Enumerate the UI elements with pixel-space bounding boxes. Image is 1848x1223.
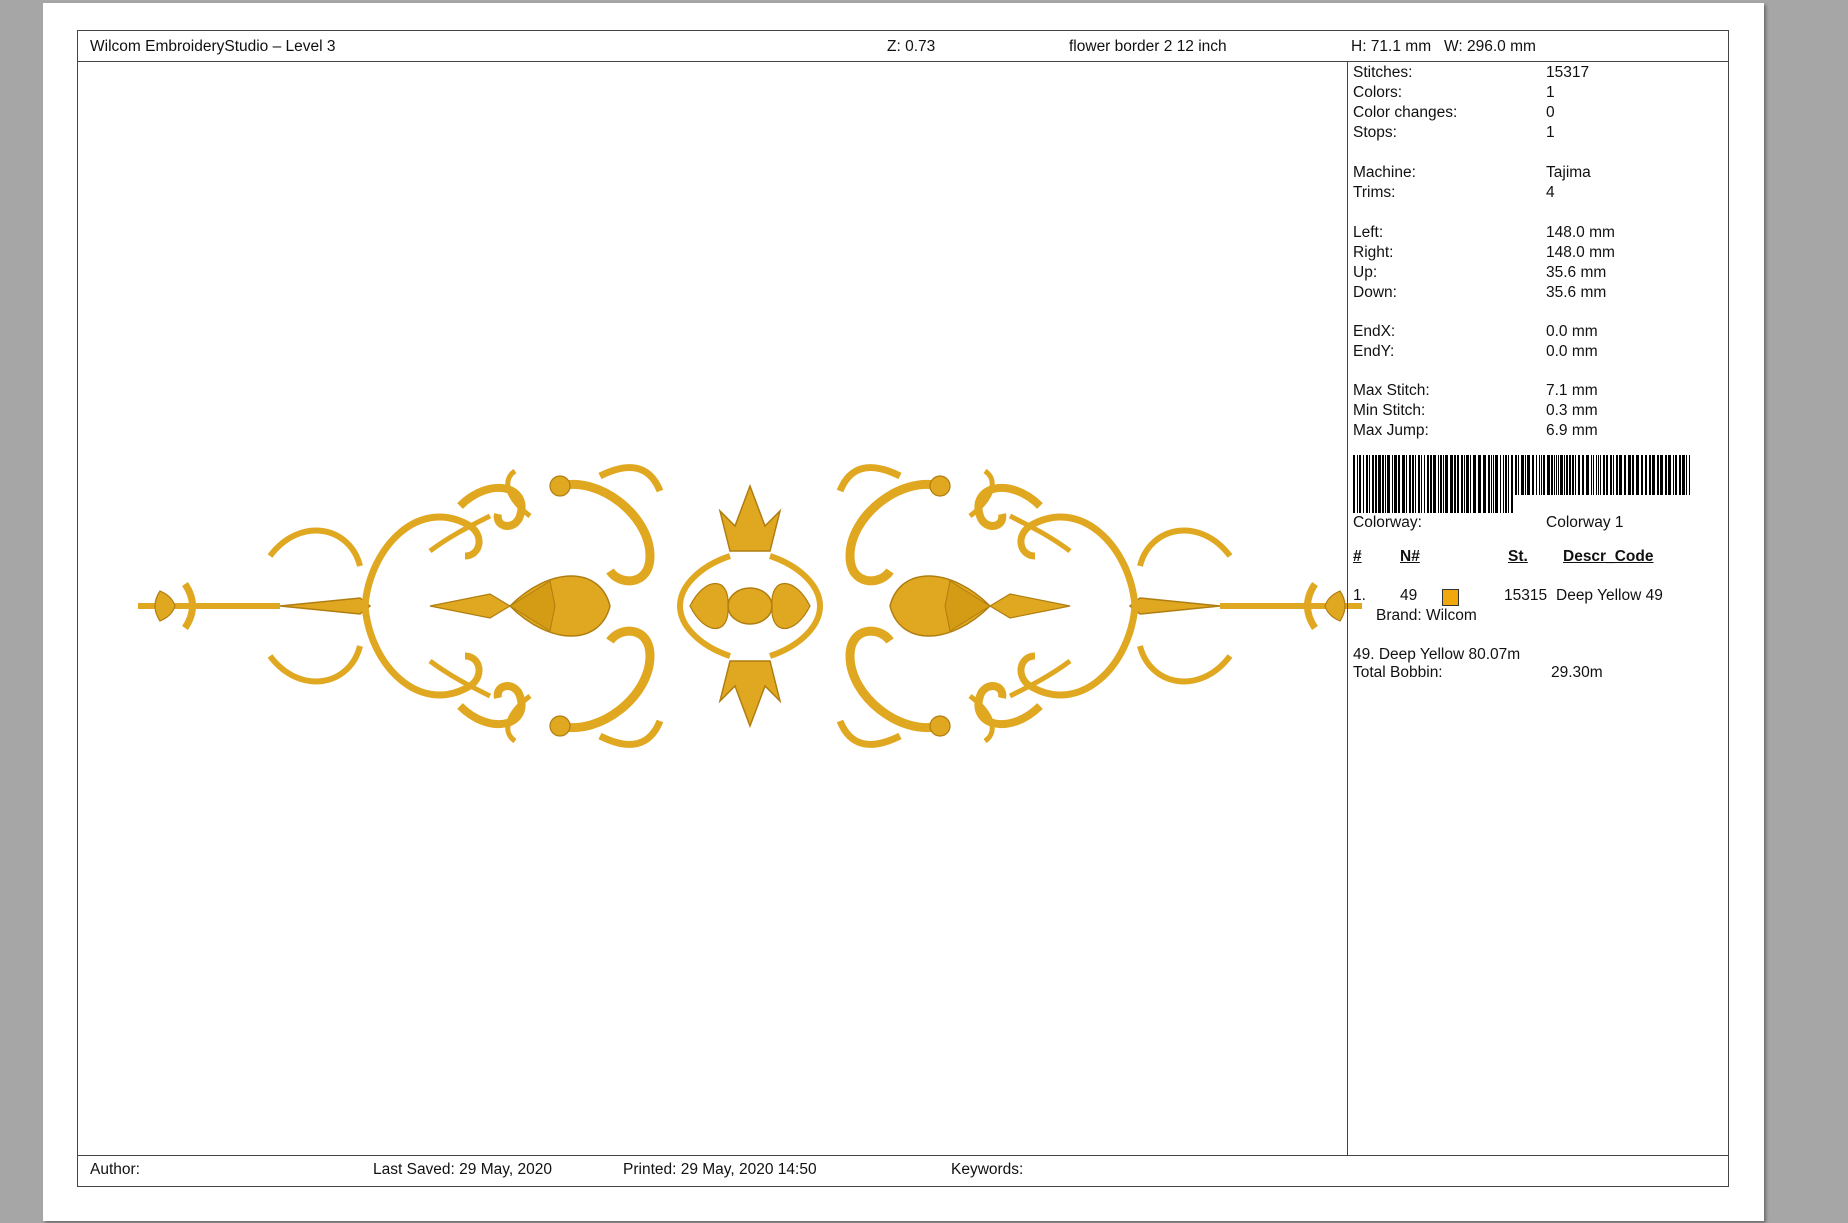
- stat-colors: Colors: 1: [1353, 84, 1555, 101]
- color-row-descr: Deep Yellow 49: [1556, 587, 1663, 604]
- report-frame: Wilcom EmbroideryStudio – Level 3 Z: 0.7…: [77, 30, 1729, 1187]
- colorway: Colorway: Colorway 1: [1353, 514, 1624, 531]
- zoom-level: Z: 0.73: [887, 38, 936, 55]
- stat-machine: Machine: Tajima: [1353, 164, 1591, 181]
- footer-keywords: Keywords:: [951, 1161, 1024, 1178]
- print-preview-page: Wilcom EmbroideryStudio – Level 3 Z: 0.7…: [43, 3, 1764, 1221]
- stat-left: Left: 148.0 mm: [1353, 224, 1615, 241]
- col-header-descr: Descr_Code: [1563, 548, 1654, 565]
- stat-stops: Stops: 1: [1353, 124, 1555, 141]
- design-center-motif: [677, 483, 823, 729]
- footer-author: Author:: [90, 1161, 140, 1178]
- report-footer: Author: Last Saved: 29 May, 2020 Printed…: [78, 1155, 1728, 1186]
- col-header-num: #: [1353, 548, 1362, 565]
- thread-usage: 49. Deep Yellow 80.07m: [1353, 646, 1521, 663]
- stat-max-jump: Max Jump: 6.9 mm: [1353, 422, 1598, 439]
- stat-up: Up: 35.6 mm: [1353, 264, 1607, 281]
- stat-max-stitch: Max Stitch: 7.1 mm: [1353, 382, 1598, 399]
- color-row-num: 1.: [1353, 587, 1366, 604]
- total-bobbin: Total Bobbin: 29.30m: [1353, 664, 1603, 681]
- col-header-needle: N#: [1400, 548, 1420, 565]
- embroidery-design: [130, 456, 1370, 756]
- stat-right: Right: 148.0 mm: [1353, 244, 1615, 261]
- design-right-half: [840, 468, 1362, 745]
- col-header-stitches: St.: [1508, 548, 1528, 565]
- color-row-brand: Brand: Wilcom: [1376, 607, 1477, 624]
- stat-endx: EndX: 0.0 mm: [1353, 323, 1598, 340]
- stat-color-changes: Color changes: 0: [1353, 104, 1555, 121]
- stat-down: Down: 35.6 mm: [1353, 284, 1607, 301]
- design-info-panel: Stitches: 15317 Colors: 1 Color changes: 0 …: [1347, 61, 1730, 1156]
- stat-trims: Trims: 4: [1353, 184, 1555, 201]
- design-name: flower border 2 12 inch: [1069, 38, 1227, 55]
- footer-last-saved: Last Saved: 29 May, 2020: [373, 1161, 552, 1178]
- stat-min-stitch: Min Stitch: 0.3 mm: [1353, 402, 1598, 419]
- color-row-needle: 49: [1400, 587, 1418, 604]
- report-header: Wilcom EmbroideryStudio – Level 3 Z: 0.7…: [78, 31, 1728, 62]
- stat-stitches: Stitches: 15317: [1353, 64, 1590, 81]
- barcode: [1353, 455, 1690, 513]
- design-dimensions: H: 71.1 mm W: 296.0 mm: [1351, 38, 1536, 55]
- stat-endy: EndY: 0.0 mm: [1353, 343, 1598, 360]
- color-row-stitches: 15315: [1504, 587, 1548, 604]
- color-swatch: [1442, 589, 1459, 606]
- app-title: Wilcom EmbroideryStudio – Level 3: [90, 38, 336, 55]
- footer-printed: Printed: 29 May, 2020 14:50: [623, 1161, 817, 1178]
- design-left-half: [138, 468, 660, 745]
